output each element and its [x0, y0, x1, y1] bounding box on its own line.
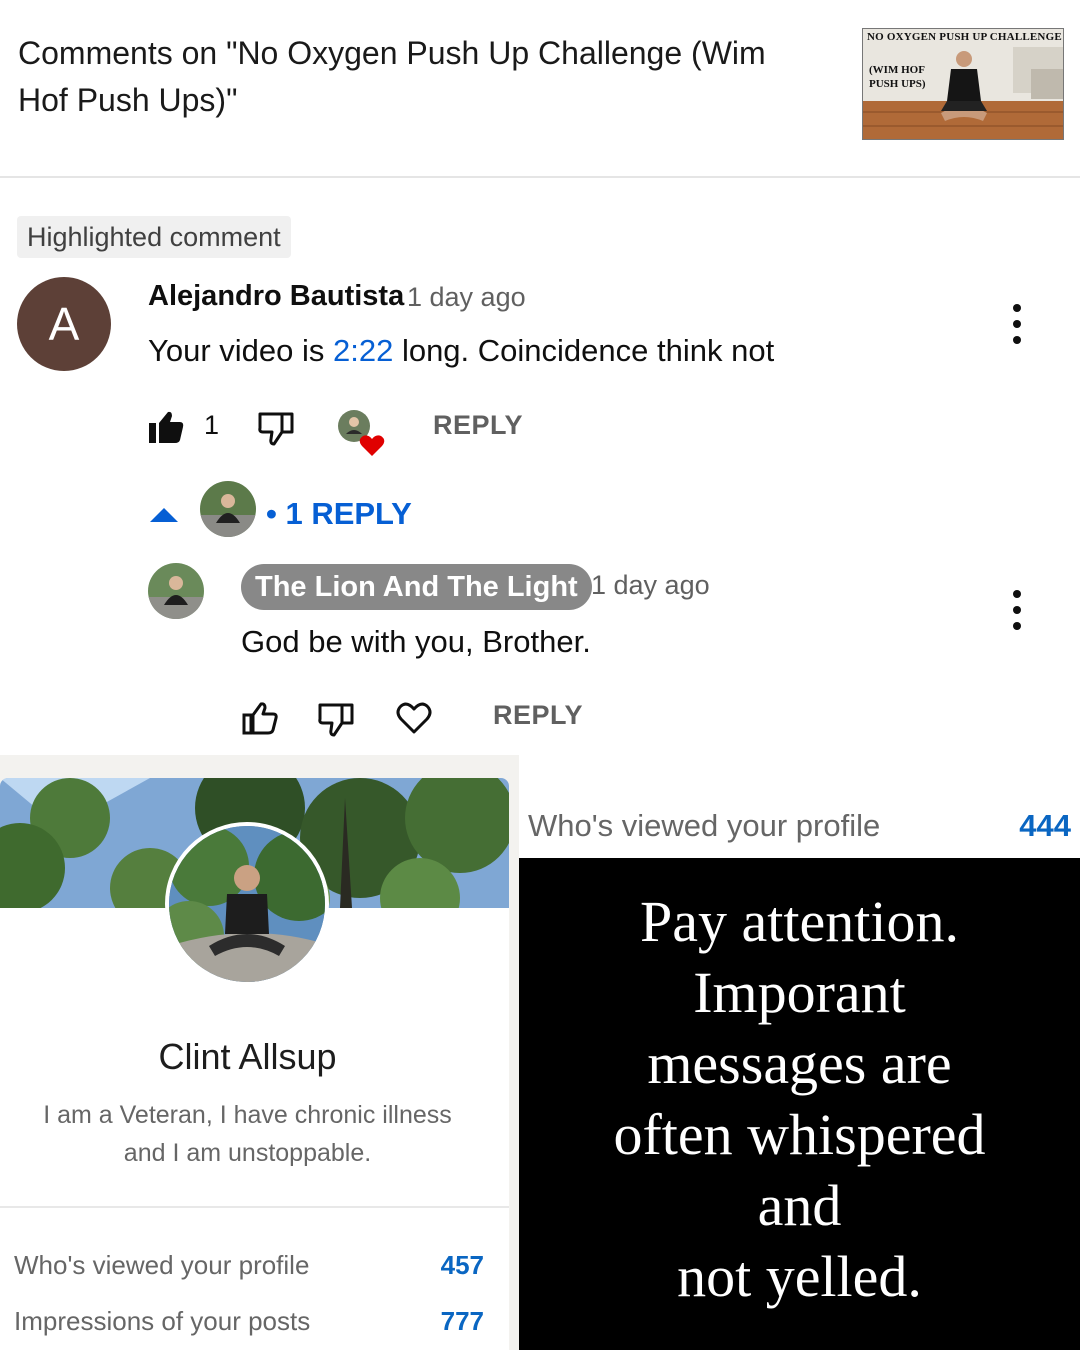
stat-profile-views-label: Who's viewed your profile — [14, 1250, 310, 1280]
reply-text: God be with you, Brother. — [241, 624, 591, 659]
right-profile-views-label: Who's viewed your profile — [528, 808, 881, 843]
stat-profile-views[interactable]: Who's viewed your profile 457 — [14, 1250, 484, 1281]
comments-title: Comments on "No Oxygen Push Up Challenge… — [18, 35, 766, 118]
headline-line-1: I am a Veteran, I have chronic illness — [43, 1101, 452, 1129]
thumbnail-caption: NO OXYGEN PUSH UP CHALLENGE — [867, 31, 1062, 43]
profile-headline: I am a Veteran, I have chronic illness a… — [10, 1096, 485, 1172]
reply-button[interactable]: REPLY — [433, 410, 523, 441]
quote-line-1: Pay attention. — [640, 889, 959, 954]
comment-text-start: Your video is — [148, 333, 333, 368]
quote-line-2: Imporant — [693, 960, 906, 1025]
highlighted-comment-badge: Highlighted comment — [17, 216, 291, 258]
right-profile-views-value: 444 — [1019, 808, 1071, 843]
thumbs-up-filled-icon[interactable] — [148, 410, 184, 444]
commenter-avatar[interactable]: A — [17, 277, 111, 371]
thumbnail-subcaption-line2: PUSH UPS) — [869, 78, 926, 90]
replies-count-label[interactable]: • 1 REPLY — [266, 496, 412, 532]
comment-text-end: long. Coincidence think not — [393, 333, 775, 368]
stat-post-impressions-label: Impressions of your posts — [14, 1306, 311, 1336]
reply-timestamp[interactable]: 1 day ago — [591, 570, 710, 601]
youtube-comments-panel: Comments on "No Oxygen Push Up Challenge… — [0, 0, 1080, 755]
collapse-arrow-icon — [150, 508, 178, 522]
comment-more-actions-icon[interactable] — [1007, 302, 1027, 346]
reply-more-actions-icon[interactable] — [1007, 588, 1027, 632]
reply-thumbs-down-icon[interactable] — [318, 703, 354, 737]
comments-header: Comments on "No Oxygen Push Up Challenge… — [0, 0, 1080, 178]
right-profile-views-row[interactable]: Who's viewed your profile 444 — [519, 778, 1080, 858]
profile-photo[interactable] — [165, 822, 329, 986]
quote-line-3: messages are — [647, 1031, 952, 1096]
thumbnail-subcaption: (WIM HOF PUSH UPS) — [869, 63, 926, 91]
reply-thumbs-up-icon[interactable] — [242, 701, 278, 735]
linkedin-profile-card: Clint Allsup I am a Veteran, I have chro… — [0, 778, 509, 1350]
profile-divider — [0, 1206, 509, 1208]
reply-author-chip[interactable]: The Lion And The Light — [241, 564, 592, 610]
stat-post-impressions-value: 777 — [440, 1306, 484, 1336]
comment-author[interactable]: Alejandro Bautista — [148, 280, 404, 313]
replier-avatar-small — [200, 481, 256, 537]
headline-line-2: and I am unstoppable. — [123, 1139, 372, 1167]
quote-line-6: not yelled. — [677, 1244, 922, 1309]
profile-name[interactable]: Clint Allsup — [0, 1036, 495, 1078]
timestamp-link[interactable]: 2:22 — [333, 333, 393, 368]
creator-heart-icon — [336, 406, 388, 458]
reply-reply-button[interactable]: REPLY — [493, 700, 583, 731]
stat-post-impressions[interactable]: Impressions of your posts 777 — [14, 1306, 484, 1337]
thumbs-down-icon[interactable] — [258, 412, 294, 446]
quote-panel: Pay attention. Imporant messages are oft… — [519, 858, 1080, 1350]
stat-profile-views-value: 457 — [440, 1250, 484, 1280]
video-thumbnail[interactable]: NO OXYGEN PUSH UP CHALLENGE (WIM HOF PUS… — [862, 28, 1064, 140]
thumbnail-subcaption-line1: (WIM HOF — [869, 64, 925, 76]
heart-outline-icon[interactable] — [396, 701, 432, 735]
comment-timestamp[interactable]: 1 day ago — [407, 282, 526, 313]
quote-line-4: often whispered — [613, 1102, 986, 1167]
reply-author-avatar[interactable] — [148, 563, 204, 619]
comment-text: Your video is 2:22 long. Coincidence thi… — [148, 333, 774, 369]
quote-text: Pay attention. Imporant messages are oft… — [519, 886, 1080, 1312]
quote-line-5: and — [757, 1173, 842, 1238]
like-count: 1 — [204, 410, 220, 440]
